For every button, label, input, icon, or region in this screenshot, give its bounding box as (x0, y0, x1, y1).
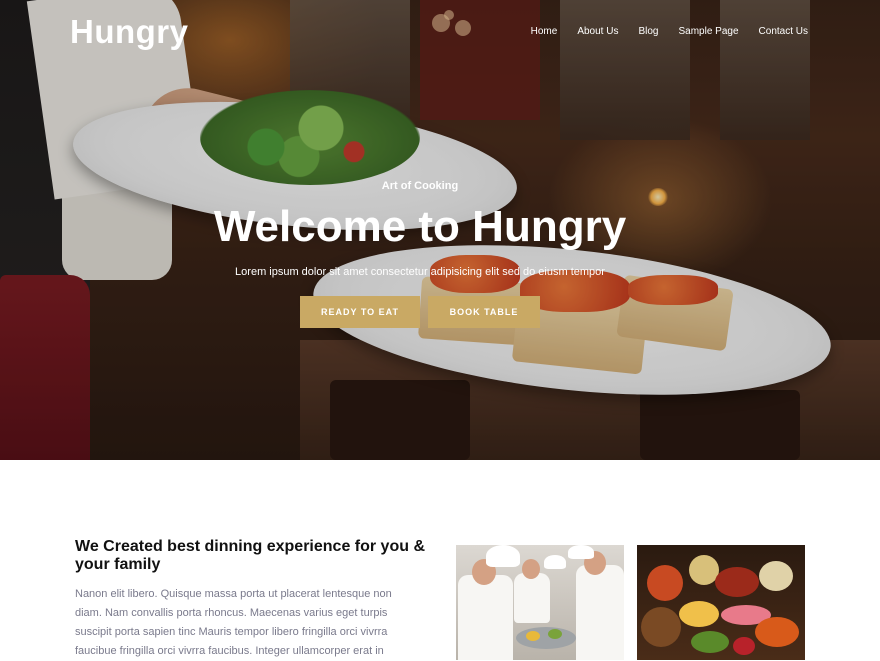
nav-item-blog[interactable]: Blog (638, 26, 658, 38)
chef-hat (544, 555, 566, 569)
food-item (548, 629, 562, 639)
ingredient (759, 561, 793, 591)
chef-figure (514, 573, 550, 623)
section-paragraph: Nanon elit libero. Quisque massa porta u… (75, 588, 392, 657)
nav-item-sample-page[interactable]: Sample Page (678, 26, 738, 38)
hero-tagline: Art of Cooking (381, 180, 459, 192)
chef-figure (458, 575, 513, 660)
chef-hat (486, 545, 520, 567)
nav-item-about-us[interactable]: About Us (577, 26, 618, 38)
ingredient (733, 637, 755, 655)
hero-subtitle: Lorem ipsum dolor sit amet consectetur a… (235, 266, 605, 278)
ingredient (679, 601, 719, 627)
kitchen-tray (516, 627, 576, 649)
ingredient (691, 631, 729, 653)
nav-item-contact-us[interactable]: Contact Us (759, 26, 808, 38)
ready-to-eat-button[interactable]: READY TO EAT (300, 296, 420, 328)
chef-hat (568, 545, 594, 559)
book-table-button[interactable]: BOOK TABLE (428, 296, 540, 328)
main-navigation: Home About Us Blog Sample Page Contact U… (531, 26, 808, 38)
food-item (526, 631, 540, 641)
hero-title: Welcome to Hungry (213, 202, 627, 251)
section-heading: We Created best dinning experience for y… (75, 538, 425, 573)
chefs-photo (456, 545, 624, 660)
chef-figure (576, 565, 624, 660)
ingredient (755, 617, 799, 647)
nav-item-home[interactable]: Home (531, 26, 558, 38)
ingredient (641, 607, 681, 647)
ingredient (647, 565, 683, 601)
ingredients-photo (637, 545, 805, 660)
site-logo[interactable]: Hungry (70, 13, 189, 51)
chef-face (522, 559, 540, 579)
ingredient (715, 567, 759, 597)
